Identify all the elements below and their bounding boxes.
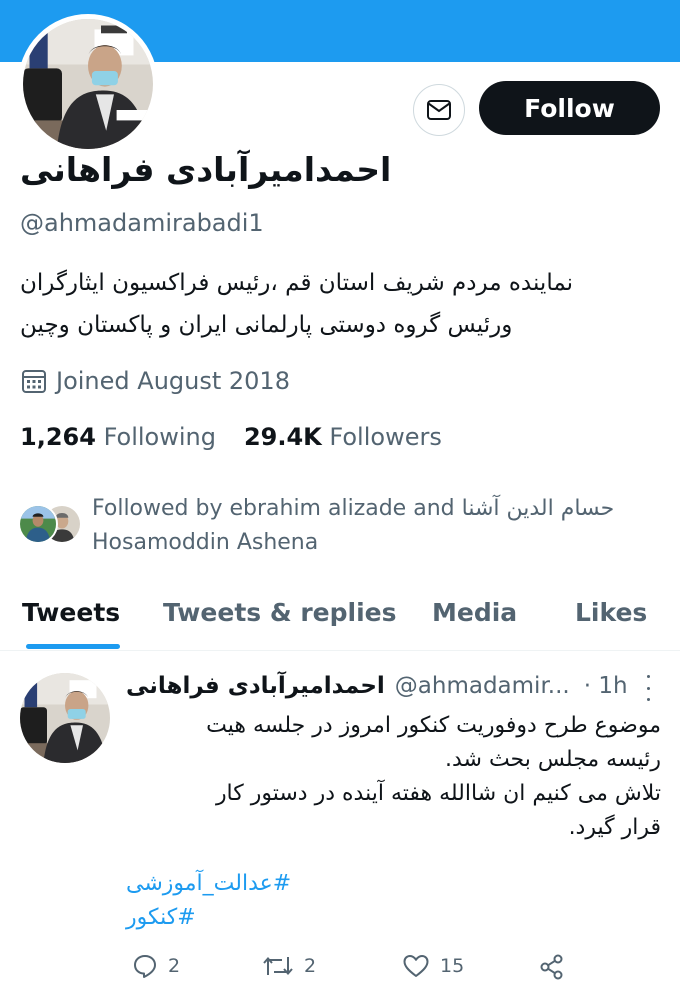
tweet-avatar[interactable] — [20, 673, 110, 763]
share-button[interactable] — [538, 953, 566, 981]
retweet-button[interactable]: 2 — [262, 953, 316, 979]
followed-by-text: Followed by ebrahim alizade and حسام الد… — [92, 492, 614, 560]
follow-button[interactable]: Follow — [479, 81, 660, 135]
retweet-icon — [263, 956, 293, 976]
follower-photo-icon — [20, 506, 56, 542]
heart-icon — [403, 955, 429, 977]
avatar-photo-icon — [23, 19, 153, 149]
bio-line: ورئیس گروه دوستی پارلمانی ایران و پاکستا… — [20, 312, 513, 338]
tweet-author-name[interactable]: احمدامیرآبادی فراهانی — [126, 673, 385, 699]
like-count: 15 — [440, 955, 465, 977]
followers-label: Followers — [329, 423, 442, 451]
profile-handle: @ahmadamirabadi1 — [20, 209, 264, 237]
reply-count: 2 — [168, 955, 181, 977]
tweet-line: تلاش می کنیم ان شاالله هفته آینده در دست… — [215, 781, 661, 806]
retweet-count: 2 — [304, 955, 317, 977]
tweet-timestamp[interactable]: · 1h — [584, 673, 628, 699]
reply-button[interactable]: 2 — [132, 953, 180, 979]
profile-display-name: احمدامیرآبادی فراهانی — [20, 150, 392, 189]
calendar-icon — [22, 370, 46, 393]
followed-by-line: Hosamoddin Ashena — [92, 530, 319, 555]
tab-media[interactable]: Media — [432, 598, 517, 627]
hashtag-link[interactable]: #کنکور — [126, 901, 326, 935]
joined-label: Joined August 2018 — [56, 367, 290, 395]
tweet-actions: 2 2 15 — [126, 953, 586, 989]
more-options-icon[interactable] — [640, 675, 656, 701]
reply-icon — [134, 955, 156, 978]
tweet-author-handle[interactable]: @ahmadamir... — [395, 673, 570, 699]
tweet-line: موضوع طرح دوفوریت کنکور امروز در جلسه هی… — [206, 713, 661, 738]
tweet-line: قرار گیرد. — [568, 815, 661, 840]
followed-by-line: Followed by ebrahim alizade and حسام الد… — [92, 496, 615, 521]
active-tab-indicator — [26, 644, 120, 649]
follow-counts: 1,264 Following 29.4K Followers — [20, 423, 442, 451]
tab-tweets-replies[interactable]: Tweets & replies — [163, 598, 397, 627]
joined-date: Joined August 2018 — [20, 367, 290, 395]
profile-avatar[interactable] — [18, 14, 158, 154]
like-button[interactable]: 15 — [402, 953, 464, 979]
followed-by[interactable]: Followed by ebrahim alizade and حسام الد… — [18, 492, 638, 560]
following-count: 1,264 — [20, 423, 96, 451]
tweet-hashtags: #عدالت_آموزشی #کنکور — [126, 867, 326, 935]
avatar-photo-icon — [20, 673, 110, 763]
followers-link[interactable]: 29.4K Followers — [244, 423, 442, 451]
tweet-header: احمدامیرآبادی فراهانی @ahmadamir... · 1h — [126, 673, 656, 699]
profile-bio: نماینده مردم شریف استان قم ،رئیس فراکسیو… — [20, 262, 660, 346]
followers-count: 29.4K — [243, 423, 322, 451]
bio-line: نماینده مردم شریف استان قم ،رئیس فراکسیو… — [20, 270, 574, 296]
tweet-text: موضوع طرح دوفوریت کنکور امروز در جلسه هی… — [126, 709, 661, 845]
follower-avatar — [18, 504, 58, 544]
message-button[interactable] — [413, 84, 465, 136]
following-label: Following — [103, 423, 216, 451]
following-link[interactable]: 1,264 Following — [20, 423, 216, 451]
hashtag-link[interactable]: #عدالت_آموزشی — [126, 867, 326, 901]
profile-tabs: Tweets Tweets & replies Media Likes — [0, 586, 680, 650]
tab-likes[interactable]: Likes — [575, 598, 647, 627]
tab-tweets[interactable]: Tweets — [22, 598, 120, 627]
share-icon — [540, 954, 563, 980]
tweet[interactable]: احمدامیرآبادی فراهانی @ahmadamir... · 1h… — [0, 651, 680, 1000]
envelope-icon — [427, 100, 451, 120]
followed-by-avatars — [18, 504, 86, 552]
tweet-line: رئیسه مجلس بحث شد. — [444, 747, 661, 772]
